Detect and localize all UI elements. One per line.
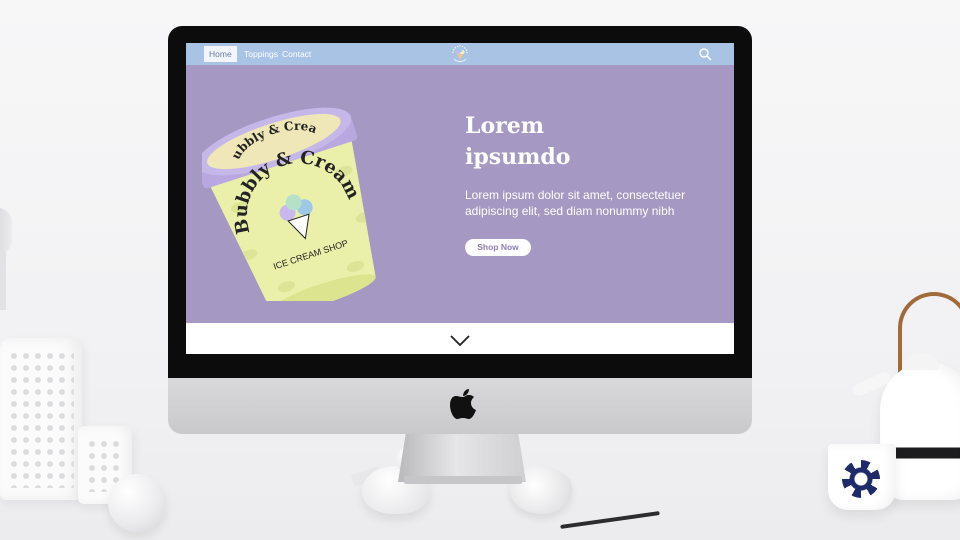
desk-lamp-arm: [0, 250, 6, 310]
monitor-stand-base: [404, 476, 522, 484]
shop-now-button[interactable]: Shop Now: [465, 239, 531, 256]
monitor-stand: [398, 434, 526, 482]
hero-title-line-2: ipsumdo: [465, 144, 571, 170]
nav-contact-link[interactable]: Contact: [282, 46, 311, 62]
nav-home-link[interactable]: Home: [204, 46, 237, 62]
tall-vase: [0, 338, 82, 500]
hero-description-line-1: Lorem ipsum dolor sit amet, consectetuer: [465, 188, 686, 202]
ice-cream-tub-image: Bubbly & Cream Bubbly & Cream ICE CREAM …: [202, 95, 376, 301]
search-icon[interactable]: [698, 47, 712, 61]
tea-cup: [828, 444, 896, 510]
teapot-lid: [903, 354, 939, 370]
chevron-down-icon[interactable]: [450, 335, 470, 347]
ice-cream-logo-icon[interactable]: [450, 45, 470, 63]
hero-title: Lorem ipsumdo: [465, 111, 665, 173]
pencil: [560, 511, 660, 529]
hero-description-line-2: adipiscing elit, sed diam nonummy nibh: [465, 204, 675, 218]
nav-toppings-link[interactable]: Toppings: [244, 46, 278, 62]
apple-icon: [450, 389, 476, 419]
website-screen: Home Toppings Contact Bubbly & Cream Bub…: [186, 43, 734, 354]
desk-lamp: [0, 208, 12, 254]
decorative-sphere: [108, 474, 166, 532]
top-navbar: Home Toppings Contact: [186, 43, 734, 65]
hero-description: Lorem ipsum dolor sit amet, consectetuer…: [465, 187, 715, 219]
hero-title-line-1: Lorem: [465, 113, 545, 139]
